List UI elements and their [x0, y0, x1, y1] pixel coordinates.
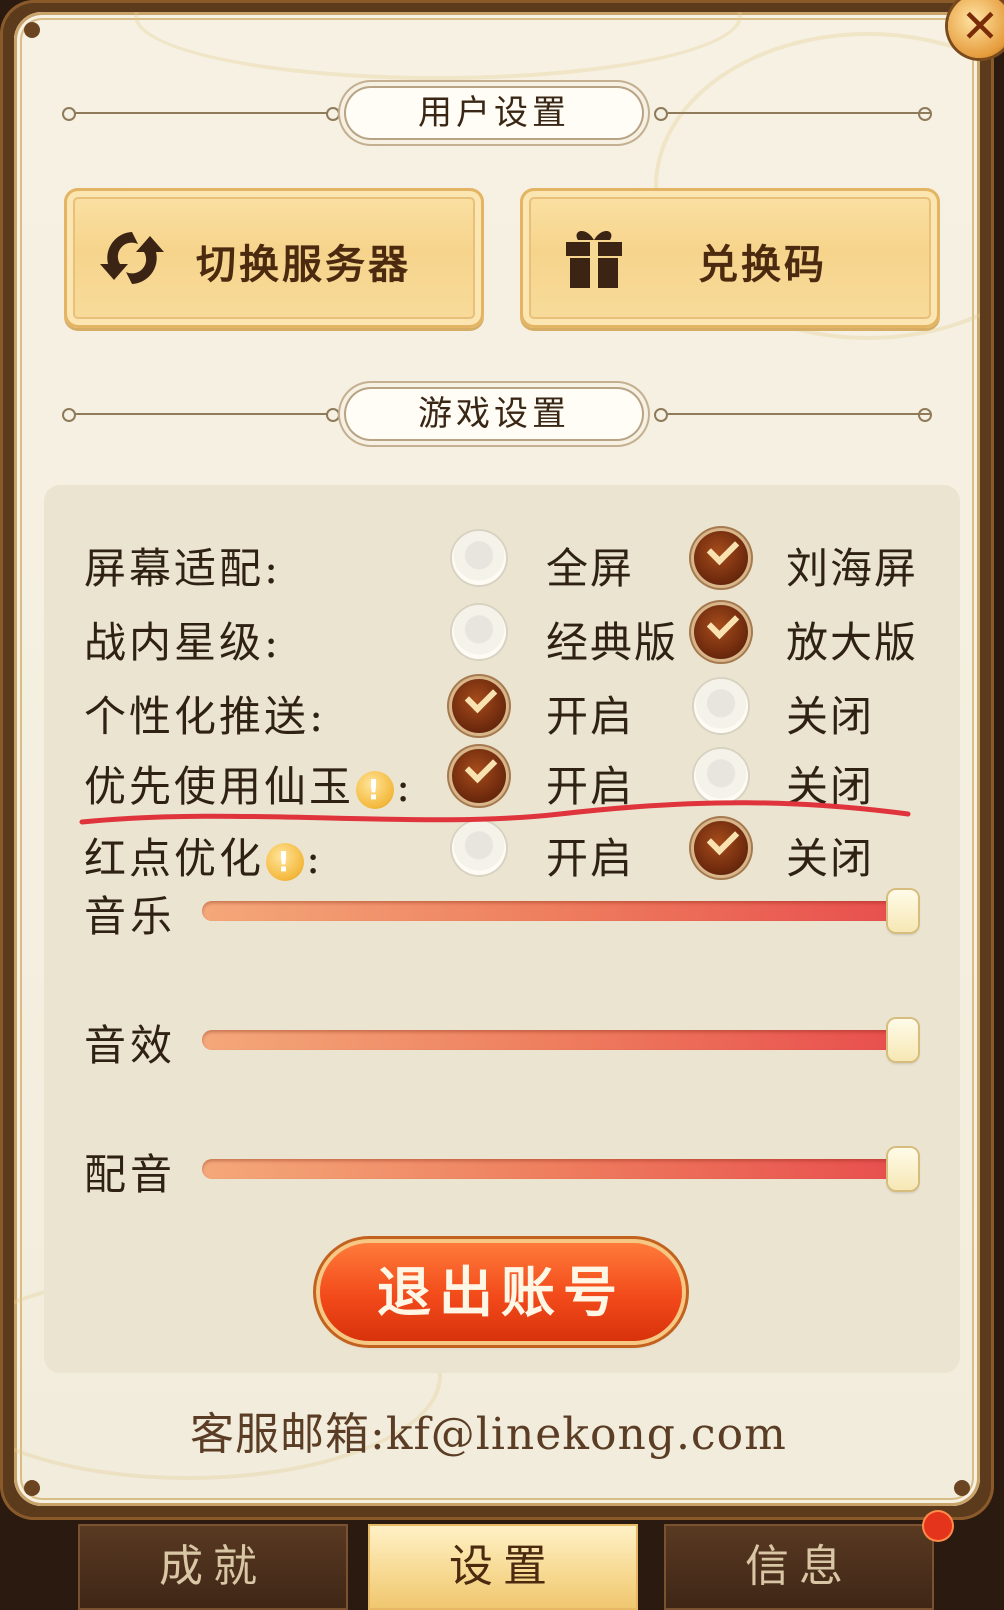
divider-dot	[918, 107, 932, 121]
setting-label: 个性化推送:	[84, 692, 327, 741]
tab-info[interactable]: 信息	[664, 1524, 934, 1610]
setting-row-battle-stars: 战内星级: 经典版 放大版	[44, 603, 960, 667]
refresh-icon	[100, 232, 164, 284]
radio-off[interactable]	[694, 679, 748, 733]
divider-dot	[62, 408, 76, 422]
logout-button[interactable]: 退出账号	[320, 1243, 682, 1341]
slider-knob[interactable]	[888, 1019, 918, 1061]
radio-enlarged[interactable]	[694, 605, 748, 659]
switch-server-button[interactable]: 切换服务器	[64, 188, 484, 328]
divider-dot	[326, 107, 340, 121]
option-label: 开启	[546, 762, 635, 811]
corner-ornament	[954, 1480, 970, 1496]
setting-label: 红点优化	[84, 834, 265, 883]
radio-on[interactable]	[452, 749, 506, 803]
gift-icon	[566, 230, 622, 288]
info-warning-icon[interactable]: !	[266, 843, 305, 881]
slider-voice: 配音	[44, 1141, 960, 1201]
divider-dot	[326, 408, 340, 422]
game-settings-box: 屏幕适配: 全屏 刘海屏 战内星级: 经典版 放大版 个性化推送: 开启 关闭 …	[44, 485, 960, 1373]
slider-label: 配音	[84, 1150, 177, 1199]
slider-label: 音乐	[84, 892, 177, 941]
user-settings-header: 用户设置	[60, 88, 940, 138]
radio-classic[interactable]	[452, 605, 506, 659]
radio-notch-screen[interactable]	[694, 531, 748, 585]
redeem-code-label: 兑换码	[698, 241, 827, 288]
radio-on[interactable]	[452, 679, 506, 733]
corner-ornament	[24, 22, 40, 38]
option-label: 关闭	[786, 762, 875, 811]
slider-track[interactable]	[202, 890, 918, 932]
slider-label: 音效	[84, 1021, 177, 1070]
section-title: 游戏设置	[346, 389, 642, 439]
radio-off[interactable]	[694, 821, 748, 875]
setting-label: 优先使用仙玉	[84, 762, 355, 811]
option-label: 全屏	[546, 544, 635, 593]
tab-settings[interactable]: 设置	[368, 1524, 638, 1610]
option-label: 关闭	[786, 834, 875, 883]
setting-label: 战内星级:	[84, 618, 282, 667]
support-email-text: 客服邮箱:kf@linekong.com	[190, 1409, 787, 1460]
divider-dot	[654, 107, 668, 121]
option-label: 放大版	[786, 618, 919, 667]
divider-line	[70, 112, 338, 114]
setting-label-wrap: 优先使用仙玉!:	[84, 762, 414, 811]
setting-row-red-dot: 红点优化!: 开启 关闭	[44, 819, 960, 883]
option-label: 经典版	[546, 618, 679, 667]
info-warning-icon[interactable]: !	[356, 771, 395, 809]
divider-line	[668, 112, 930, 114]
corner-ornament	[24, 1480, 40, 1496]
radio-on[interactable]	[452, 821, 506, 875]
setting-label-wrap: 红点优化!:	[84, 834, 324, 883]
setting-row-screen-fit: 屏幕适配: 全屏 刘海屏	[44, 529, 960, 593]
slider-sfx: 音效	[44, 1012, 960, 1072]
divider-line	[70, 413, 338, 415]
option-label: 刘海屏	[786, 544, 919, 593]
slider-track[interactable]	[202, 1019, 918, 1061]
radio-fullscreen[interactable]	[452, 531, 506, 585]
decor-swirl	[134, 12, 742, 80]
divider-dot	[918, 408, 932, 422]
close-icon: ✕	[960, 0, 1000, 53]
redeem-code-button[interactable]: 兑换码	[520, 188, 940, 328]
slider-music: 音乐	[44, 883, 960, 943]
slider-knob[interactable]	[888, 890, 918, 932]
divider-dot	[62, 107, 76, 121]
setting-row-personal-push: 个性化推送: 开启 关闭	[44, 677, 960, 741]
divider-line	[668, 413, 930, 415]
slider-track[interactable]	[202, 1148, 918, 1190]
tab-achievements[interactable]: 成就	[78, 1524, 348, 1610]
setting-row-jade-priority: 优先使用仙玉!: 开启 关闭	[44, 747, 960, 811]
radio-off[interactable]	[694, 749, 748, 803]
divider-dot	[654, 408, 668, 422]
option-label: 关闭	[786, 692, 875, 741]
option-label: 开启	[546, 692, 635, 741]
slider-knob[interactable]	[888, 1148, 918, 1190]
option-label: 开启	[546, 834, 635, 883]
section-title: 用户设置	[346, 88, 642, 138]
switch-server-label: 切换服务器	[196, 241, 411, 288]
game-settings-header: 游戏设置	[60, 389, 940, 439]
setting-label: 屏幕适配:	[84, 544, 282, 593]
notification-dot	[924, 1512, 952, 1540]
